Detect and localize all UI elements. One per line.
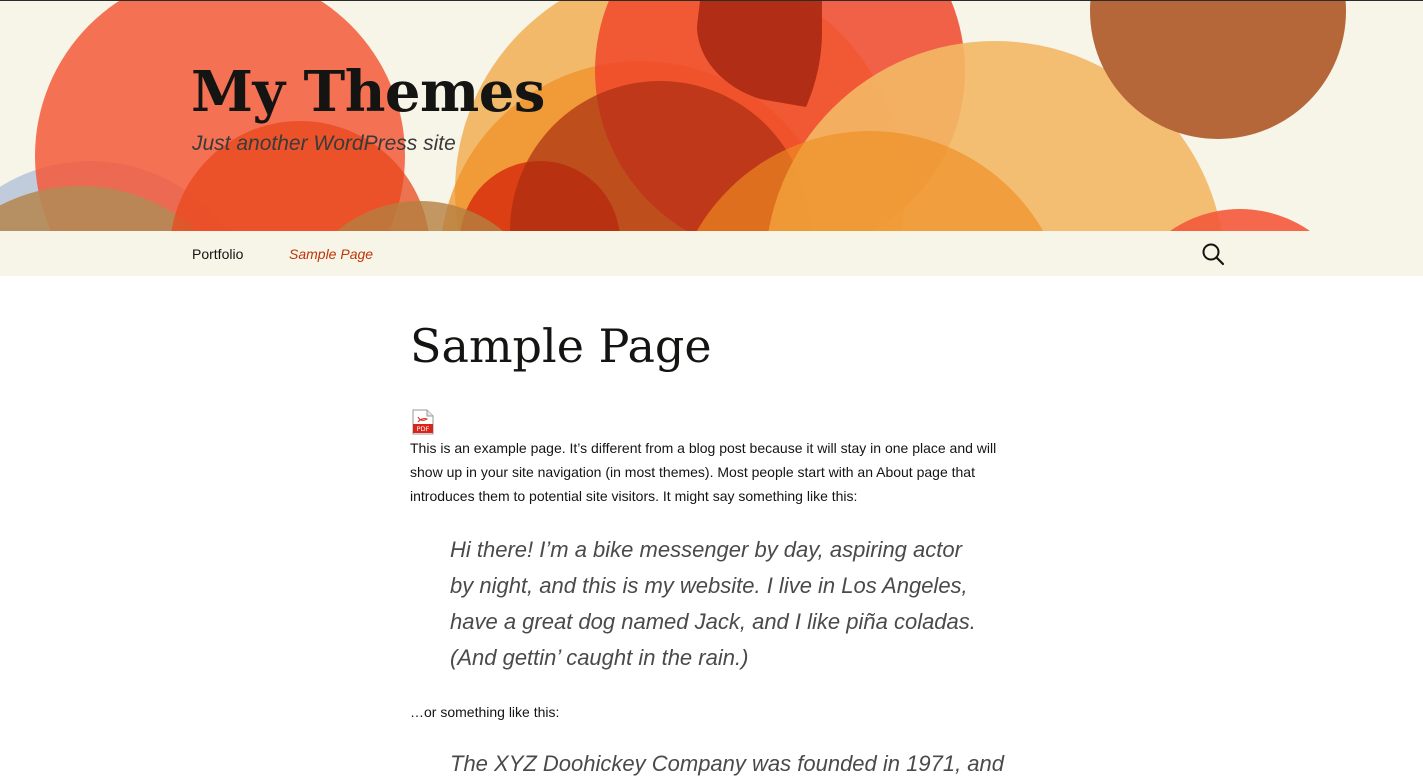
blockquote-bike-messenger: Hi there! I’m a bike messenger by day, a… xyxy=(450,537,976,670)
svg-text:PDF: PDF xyxy=(417,425,430,433)
search-icon[interactable] xyxy=(1199,241,1227,267)
blockquote-xyz-company: The XYZ Doohickey Company was founded in… xyxy=(450,751,1004,776)
site-description: Just another WordPress site xyxy=(192,132,456,155)
pdf-icon[interactable]: PDF xyxy=(411,409,435,435)
or-text-paragraph: …or something like this: xyxy=(410,704,560,720)
nav-item-sample-page[interactable]: Sample Page xyxy=(289,245,373,263)
intro-paragraph: This is an example page. It’s different … xyxy=(410,440,997,504)
page-title: Sample Page xyxy=(410,319,712,373)
nav-item-portfolio[interactable]: Portfolio xyxy=(192,245,243,263)
site-title[interactable]: My Themes xyxy=(191,57,545,127)
site-header: My Themes Just another WordPress site xyxy=(0,1,1423,231)
main-navigation: Portfolio Sample Page xyxy=(0,231,1423,276)
